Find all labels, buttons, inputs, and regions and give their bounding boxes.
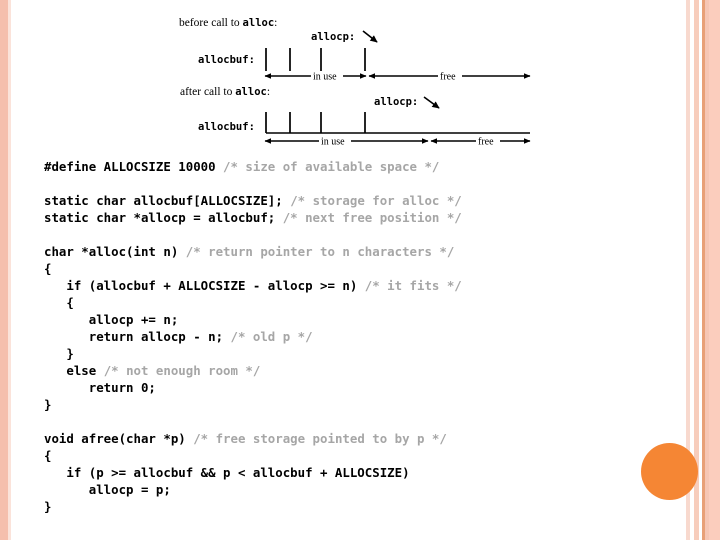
- slide-canvas: before call to alloc: allocbuf: allocp: …: [0, 0, 720, 540]
- caption-after-suffix: :: [267, 86, 270, 98]
- code-line: if (p >= allocbuf && p < allocbuf + ALLO…: [44, 464, 644, 481]
- caption-before-suffix: :: [274, 17, 277, 29]
- code-line: if (allocbuf + ALLOCSIZE - allocp >= n) …: [44, 277, 644, 294]
- diagram-before-free-label: free: [440, 72, 456, 83]
- code-text: return 0;: [44, 380, 156, 395]
- code-line: }: [44, 498, 644, 515]
- diagram-after-caption: after call to alloc:: [180, 86, 270, 98]
- code-line: static char *allocp = allocbuf; /* next …: [44, 209, 644, 226]
- diagram-before-inuse-label: in use: [313, 72, 337, 83]
- diagram-after-inuse-label: in use: [321, 137, 345, 148]
- diagram-after-pointer-arrow: [423, 96, 440, 109]
- right-stripe-7: [709, 0, 720, 540]
- code-line: }: [44, 345, 644, 362]
- code-line: return allocp - n; /* old p */: [44, 328, 644, 345]
- caption-after-mono: alloc: [235, 86, 267, 98]
- code-text: char *alloc(int n): [44, 244, 186, 259]
- code-text: {: [44, 448, 52, 463]
- code-text: }: [44, 499, 52, 514]
- code-line: char *alloc(int n) /* return pointer to …: [44, 243, 644, 260]
- code-line: void afree(char *p) /* free storage poin…: [44, 430, 644, 447]
- code-comment: /* size of available space */: [223, 159, 440, 174]
- diagram-after-pointer-label: allocp:: [374, 96, 418, 108]
- code-line: }: [44, 396, 644, 413]
- diagram-before-pointer-arrow: [362, 30, 378, 43]
- code-comment: /* free storage pointed to by p */: [193, 431, 447, 446]
- code-comment: /* not enough room */: [103, 363, 261, 378]
- code-line: return 0;: [44, 379, 644, 396]
- code-text: {: [44, 295, 74, 310]
- source-code-listing: #define ALLOCSIZE 10000 /* size of avail…: [44, 158, 644, 515]
- code-text: {: [44, 261, 52, 276]
- code-text: return allocp - n;: [44, 329, 231, 344]
- code-text: void afree(char *p): [44, 431, 194, 446]
- code-text: if (p >= allocbuf && p < allocbuf + ALLO…: [44, 465, 410, 480]
- memory-layout-diagrams: before call to alloc: allocbuf: allocp: …: [0, 0, 686, 150]
- diagram-before-caption: before call to alloc:: [179, 17, 277, 29]
- caption-before-mono: alloc: [243, 17, 275, 29]
- code-text: }: [44, 397, 52, 412]
- diagram-before-buffer-label: allocbuf:: [198, 54, 255, 66]
- code-text: allocp = p;: [44, 482, 171, 497]
- code-text: static char allocbuf[ALLOCSIZE];: [44, 193, 291, 208]
- code-comment: /* it fits */: [364, 278, 462, 293]
- code-text: else: [44, 363, 104, 378]
- code-line: #define ALLOCSIZE 10000 /* size of avail…: [44, 158, 644, 175]
- code-comment: /* old p */: [230, 329, 313, 344]
- code-text: if (allocbuf + ALLOCSIZE - allocp >= n): [44, 278, 365, 293]
- code-line: {: [44, 294, 644, 311]
- caption-before-prefix: before call to: [179, 17, 243, 29]
- code-line: allocp += n;: [44, 311, 644, 328]
- code-line: {: [44, 260, 644, 277]
- code-line: {: [44, 447, 644, 464]
- diagram-after-free-label: free: [478, 137, 494, 148]
- caption-after-prefix: after call to: [180, 86, 235, 98]
- code-text: allocp += n;: [44, 312, 179, 327]
- diagram-after-buffer-label: allocbuf:: [198, 121, 255, 133]
- code-line: allocp = p;: [44, 481, 644, 498]
- code-comment: /* storage for alloc */: [290, 193, 462, 208]
- diagram-svg: before call to alloc: allocbuf: allocp: …: [179, 17, 531, 148]
- code-text: #define ALLOCSIZE 10000: [44, 159, 224, 174]
- diagram-before-pointer-label: allocp:: [311, 31, 355, 43]
- code-text: }: [44, 346, 74, 361]
- code-comment: /* return pointer to n characters */: [185, 244, 455, 259]
- code-text: static char *allocp = allocbuf;: [44, 210, 283, 225]
- orange-accent-circle: [641, 443, 698, 500]
- code-line: static char allocbuf[ALLOCSIZE]; /* stor…: [44, 192, 644, 209]
- code-comment: /* next free position */: [282, 210, 462, 225]
- code-line: else /* not enough room */: [44, 362, 644, 379]
